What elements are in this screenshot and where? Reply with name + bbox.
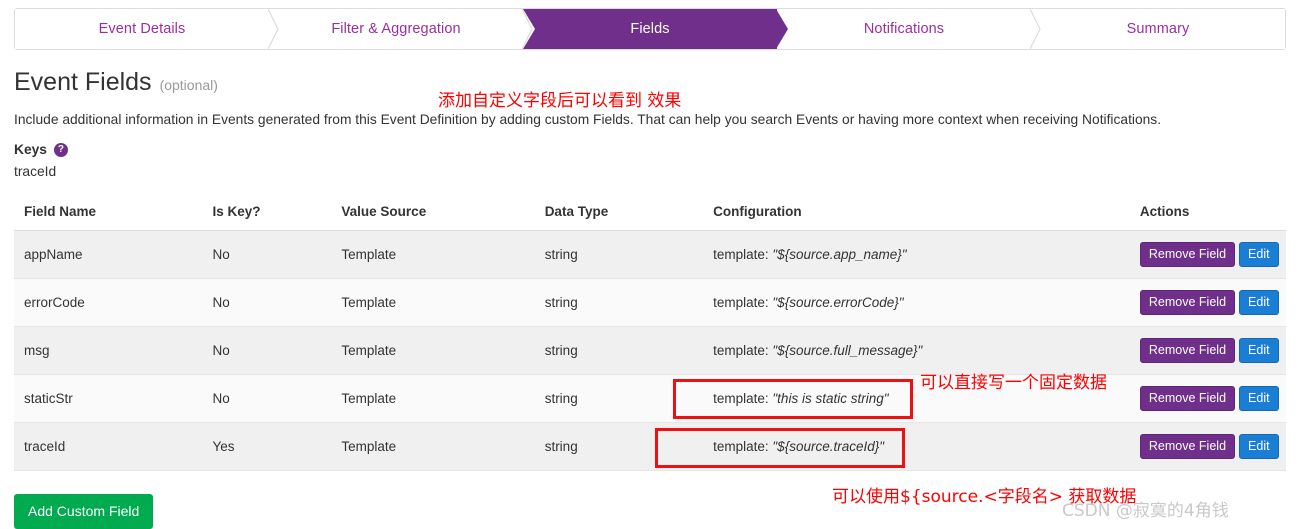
wizard-step-label: Event Details [98, 21, 186, 37]
wizard-step-label: Notifications [863, 21, 945, 37]
page-title-optional-tag: (optional) [159, 77, 218, 93]
page-title-row: Event Fields (optional) [14, 70, 218, 95]
cell-value-source: Template [341, 230, 545, 279]
config-prefix: template: [713, 295, 773, 310]
config-prefix: template: [713, 247, 773, 262]
cell-actions: Remove Field Edit [1139, 326, 1286, 375]
config-prefix: template: [713, 343, 773, 358]
edit-button[interactable]: Edit [1239, 337, 1279, 364]
config-value: "this is static string" [772, 391, 889, 406]
column-header-is-key: Is Key? [212, 204, 342, 231]
edit-button[interactable]: Edit [1239, 289, 1279, 316]
cell-is-key: No [212, 230, 342, 279]
remove-field-button[interactable]: Remove Field [1139, 433, 1236, 460]
table-row: traceId Yes Template string template: "$… [14, 422, 1286, 471]
column-header-actions: Actions [1139, 204, 1286, 231]
remove-field-button[interactable]: Remove Field [1139, 337, 1236, 364]
wizard-step-event-details[interactable]: Event Details [15, 9, 279, 49]
cell-value-source: Template [341, 374, 545, 423]
table-row: appName No Template string template: "${… [14, 230, 1286, 279]
table-header-row: Field Name Is Key? Value Source Data Typ… [14, 204, 1286, 231]
column-header-configuration: Configuration [713, 204, 1140, 231]
column-header-field-name: Field Name [14, 204, 213, 231]
cell-field-name: appName [14, 230, 213, 279]
cell-is-key: No [212, 374, 342, 423]
table-header: Field Name Is Key? Value Source Data Typ… [14, 204, 1286, 231]
wizard-step-filter-aggregation[interactable]: Filter & Aggregation [269, 9, 533, 49]
cell-field-name: msg [14, 326, 213, 375]
cell-data-type: string [544, 230, 714, 279]
config-value: "${source.errorCode}" [772, 295, 904, 310]
cell-configuration: template: "${source.app_name}" [713, 230, 1140, 279]
edit-button[interactable]: Edit [1239, 241, 1279, 268]
cell-value-source: Template [341, 326, 545, 375]
column-header-data-type: Data Type [544, 204, 714, 231]
keys-value: traceId [14, 164, 57, 179]
column-header-value-source: Value Source [341, 204, 545, 231]
keys-label-row: Keys ? [14, 142, 68, 157]
table-body: appName No Template string template: "${… [14, 230, 1286, 471]
cell-actions: Remove Field Edit [1139, 374, 1286, 423]
config-value: "${source.app_name}" [772, 247, 907, 262]
cell-actions: Remove Field Edit [1139, 278, 1286, 327]
keys-label: Keys [14, 142, 47, 157]
table-row: errorCode No Template string template: "… [14, 278, 1286, 327]
cell-actions: Remove Field Edit [1139, 422, 1286, 471]
cell-data-type: string [544, 278, 714, 327]
cell-field-name: traceId [14, 422, 213, 471]
cell-configuration: template: "${source.errorCode}" [713, 278, 1140, 327]
chevron-notch-left [523, 9, 535, 49]
annotation-top: 添加自定义字段后可以看到 效果 [438, 91, 682, 111]
remove-field-button[interactable]: Remove Field [1139, 385, 1236, 412]
page-title: Event Fields [14, 68, 152, 96]
cell-data-type: string [544, 374, 714, 423]
cell-field-name: errorCode [14, 278, 213, 327]
config-value: "${source.traceId}" [772, 439, 885, 454]
config-prefix: template: [713, 439, 773, 454]
cell-data-type: string [544, 326, 714, 375]
wizard-step-summary[interactable]: Summary [1031, 9, 1285, 49]
event-fields-table: Field Name Is Key? Value Source Data Typ… [14, 204, 1286, 471]
config-value: "${source.full_message}" [772, 343, 923, 358]
cell-is-key: Yes [212, 422, 342, 471]
cell-field-name: staticStr [14, 374, 213, 423]
cell-value-source: Template [341, 422, 545, 471]
cell-data-type: string [544, 422, 714, 471]
cell-value-source: Template [341, 278, 545, 327]
page-description: Include additional information in Events… [14, 112, 1162, 127]
annotation-static-row: 可以直接写一个固定数据 [920, 373, 1107, 393]
cell-is-key: No [212, 278, 342, 327]
cell-configuration: template: "${source.traceId}" [713, 422, 1140, 471]
cell-actions: Remove Field Edit [1139, 230, 1286, 279]
edit-button[interactable]: Edit [1239, 433, 1279, 460]
remove-field-button[interactable]: Remove Field [1139, 289, 1236, 316]
wizard-step-notifications[interactable]: Notifications [777, 9, 1041, 49]
cell-is-key: No [212, 326, 342, 375]
wizard-step-label: Summary [1126, 21, 1190, 37]
question-mark-icon[interactable]: ? [53, 142, 68, 157]
csdn-watermark: CSDN @寂寞的4角钱 [1062, 501, 1229, 521]
remove-field-button[interactable]: Remove Field [1139, 241, 1236, 268]
wizard-step-label: Fields [630, 21, 670, 37]
wizard-step-nav: Event Details Filter & Aggregation Field… [14, 8, 1286, 50]
wizard-step-fields[interactable]: Fields [523, 9, 788, 49]
edit-button[interactable]: Edit [1239, 385, 1279, 412]
config-prefix: template: [713, 391, 773, 406]
wizard-step-label: Filter & Aggregation [331, 21, 461, 37]
